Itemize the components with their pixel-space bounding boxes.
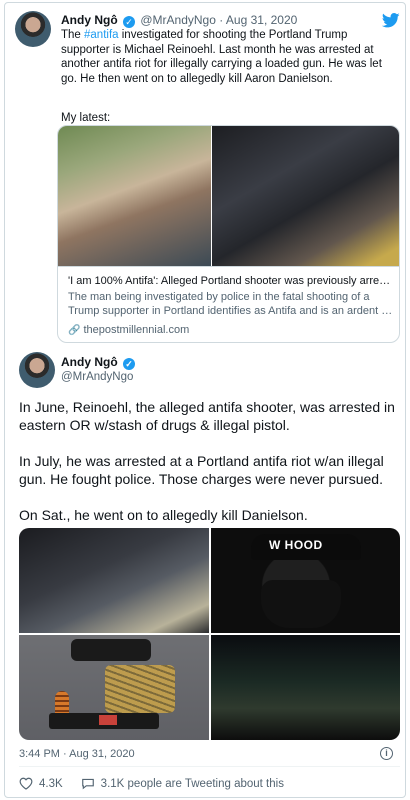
card-image-left [58,126,211,266]
tweet-embed: Andy Ngô ✓ @MrAndyNgo · Aug 31, 2020 The… [4,2,406,798]
tweet-paragraph: On Sat., he went on to allegedly kill Da… [19,507,308,523]
knife-tag-graphic [99,715,117,725]
card-domain: thepostmillennial.com [83,324,190,336]
separator: · [63,748,67,760]
author-name[interactable]: Andy Ngô [61,355,118,369]
tweeting-about-button[interactable]: 3.1K people are Tweeting about this [81,777,284,790]
link-icon: 🔗 [68,325,81,336]
verified-badge-icon: ✓ [123,358,136,370]
author-handle[interactable]: @MrAndyNgo [140,13,216,27]
tweet-date[interactable]: Aug 31, 2020 [226,13,297,27]
media-photo-night-scene[interactable] [211,635,400,740]
link-card[interactable]: 'I am 100% Antifa': Alleged Portland sho… [57,125,400,343]
main-tweet-text: In June, Reinoehl, the alleged antifa sh… [19,398,399,542]
quoted-author-row: Andy Ngô ✓ @MrAndyNgo · Aug 31, 2020 [61,13,297,28]
text-segment: The [61,29,85,41]
like-button[interactable]: 4.3K [19,777,63,790]
cap-text: W HOOD [269,538,323,552]
avatar[interactable] [15,11,51,47]
latest-label: My latest: [61,112,111,124]
media-photo-masked-man[interactable]: W HOOD [211,528,400,633]
verified-badge-icon: ✓ [123,16,136,28]
tweet-paragraph: In July, he was arrested at a Portland a… [19,453,384,487]
like-count: 4.3K [39,777,63,790]
mask-graphic [261,580,341,628]
tweeting-count: 3.1K people are Tweeting about this [100,777,284,790]
avatar[interactable] [19,352,55,388]
tweet-date: Aug 31, 2020 [69,748,135,760]
tweet-timestamp[interactable]: 3:44 PM · Aug 31, 2020 [19,748,135,760]
card-divider [58,266,399,267]
card-description: The man being investigated by police in … [68,291,393,317]
author-name[interactable]: Andy Ngô [61,13,118,27]
comment-icon [81,778,94,790]
heart-icon [19,777,33,790]
tweet-paragraph: In June, Reinoehl, the alleged antifa sh… [19,399,395,433]
hashtag-link[interactable]: #antifa [84,29,119,41]
quoted-tweet-text: The #antifa investigated for shooting th… [61,28,397,86]
media-grid: W HOOD [19,528,400,740]
card-image-right [212,126,399,266]
bullets-graphic [105,665,175,713]
media-photo-evidence[interactable] [19,635,209,740]
card-domain-row: 🔗 thepostmillennial.com [68,324,189,336]
action-bar: 4.3K 3.1K people are Tweeting about this [19,777,302,790]
tweet-time: 3:44 PM [19,748,60,760]
main-author-row: Andy Ngô ✓ [61,355,137,370]
footer-divider [19,766,400,767]
info-icon[interactable]: i [380,747,393,760]
separator: · [219,13,224,27]
author-handle[interactable]: @MrAndyNgo [61,371,133,383]
media-photo-arrest[interactable] [19,528,209,633]
twitter-bird-icon[interactable] [382,13,400,28]
pistol-graphic [71,639,151,661]
card-title: 'I am 100% Antifa': Alleged Portland sho… [68,275,393,287]
